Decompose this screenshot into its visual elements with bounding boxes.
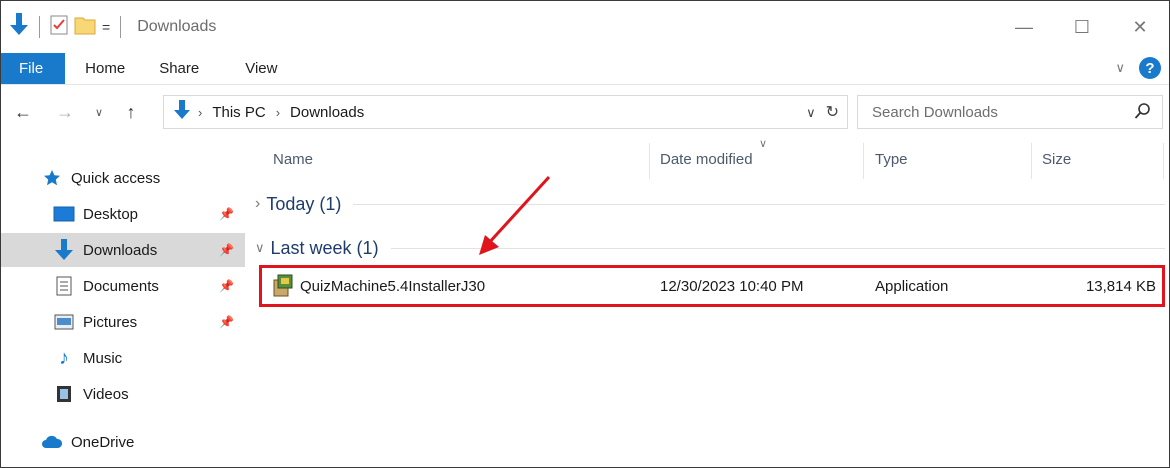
maximize-button[interactable]: ☐	[1053, 1, 1111, 53]
column-header-size[interactable]: Size	[1042, 139, 1071, 179]
sidebar-item-label: Music	[83, 349, 123, 367]
tab-view[interactable]: View	[221, 53, 299, 84]
sidebar-item-desktop[interactable]: Desktop 📌	[1, 197, 245, 231]
sidebar-item-onedrive[interactable]: OneDrive	[1, 425, 245, 459]
address-bar[interactable]: › This PC › Downloads ∨ ↻	[163, 95, 848, 129]
sidebar-item-quick-access[interactable]: Quick access	[1, 161, 245, 195]
sidebar-item-downloads[interactable]: Downloads 📌	[1, 233, 245, 267]
back-icon[interactable]: ←	[9, 102, 37, 123]
column-header-name[interactable]: Name	[273, 139, 313, 179]
breadcrumb-separator: ›	[275, 104, 281, 120]
forward-icon[interactable]: →	[51, 102, 79, 123]
sidebar-item-pictures[interactable]: Pictures 📌	[1, 305, 245, 339]
file-type: Application	[875, 278, 949, 295]
sidebar-item-label: Quick access	[71, 169, 161, 187]
sidebar-item-label: Documents	[83, 277, 159, 295]
ribbon-tabs: File Home Share View ∨ ?	[1, 53, 1169, 85]
divider	[120, 16, 122, 38]
divider	[1163, 143, 1164, 179]
recent-locations-icon[interactable]: ∨	[85, 106, 113, 119]
help-icon[interactable]: ?	[1139, 57, 1161, 79]
title-bar: = Downloads — ☐ ✕	[1, 1, 1169, 53]
sidebar-item-label: Downloads	[83, 241, 158, 259]
download-arrow-icon	[174, 100, 190, 124]
cloud-icon	[41, 432, 63, 452]
column-header-type[interactable]: Type	[875, 139, 908, 179]
divider	[1031, 143, 1032, 179]
divider	[863, 143, 864, 179]
group-label: Last week (1)	[270, 237, 379, 258]
file-name[interactable]: QuizMachine5.4InstallerJ30	[300, 278, 485, 295]
new-folder-icon[interactable]	[74, 15, 96, 39]
column-header-date[interactable]: Date modified	[660, 139, 753, 179]
up-icon[interactable]: ↑	[117, 102, 145, 123]
sidebar-item-label: Pictures	[83, 313, 138, 331]
desktop-icon	[53, 204, 75, 224]
window-controls: — ☐ ✕	[995, 1, 1169, 53]
navigation-bar: ← → ∨ ↑ › This PC › Downloads ∨ ↻ Search…	[1, 85, 1169, 139]
close-button[interactable]: ✕	[1111, 1, 1169, 53]
music-icon: ♪	[59, 346, 69, 369]
sidebar-item-videos[interactable]: Videos	[1, 377, 245, 411]
videos-icon	[53, 384, 75, 404]
explorer-window: = Downloads — ☐ ✕ File Home Share View ∨…	[0, 0, 1170, 468]
star-icon	[41, 168, 63, 188]
group-label: Today (1)	[266, 193, 342, 214]
properties-icon[interactable]	[50, 15, 68, 39]
window-title: Downloads	[137, 18, 217, 35]
sidebar-item-label: OneDrive	[71, 433, 135, 451]
tab-share[interactable]: Share	[147, 53, 221, 84]
group-header-last-week[interactable]: ∨ Last week (1)	[255, 233, 1165, 263]
ribbon-collapse-icon[interactable]: ∨	[1115, 60, 1125, 76]
installer-icon	[272, 274, 294, 302]
sidebar-item-label: Videos	[83, 385, 129, 403]
chevron-down-icon: ∨	[255, 240, 265, 255]
chevron-down-icon: ∨	[759, 138, 768, 150]
download-icon	[53, 239, 75, 260]
breadcrumb-this-pc[interactable]: This PC	[212, 104, 265, 121]
pictures-icon	[53, 312, 75, 332]
address-dropdown-icon[interactable]: ∨	[806, 105, 816, 122]
pin-icon[interactable]: 📌	[219, 243, 234, 257]
file-row-highlighted[interactable]: QuizMachine5.4InstallerJ30 12/30/2023 10…	[259, 265, 1165, 307]
search-icon[interactable]	[1134, 102, 1152, 124]
group-header-today[interactable]: › Today (1)	[255, 189, 1165, 219]
minimize-button[interactable]: —	[995, 1, 1053, 53]
file-size: 13,814 KB	[1085, 278, 1156, 295]
tab-home[interactable]: Home	[65, 53, 147, 84]
sidebar-item-documents[interactable]: Documents 📌	[1, 269, 245, 303]
divider	[39, 16, 40, 38]
breadcrumb-downloads[interactable]: Downloads	[290, 104, 364, 121]
qat-dropdown[interactable]: =	[102, 19, 110, 35]
search-input[interactable]: Search Downloads	[857, 95, 1163, 129]
pin-icon[interactable]: 📌	[219, 315, 234, 329]
file-date-modified: 12/30/2023 10:40 PM	[660, 278, 804, 295]
search-placeholder: Search Downloads	[872, 103, 998, 121]
annotation-arrow	[479, 175, 551, 255]
sidebar-item-label: Desktop	[83, 205, 139, 223]
file-list: ∨ Name Date modified Type Size › Today (…	[245, 138, 1169, 467]
navigation-pane: Quick access Desktop 📌 Downloads 📌 Docum…	[1, 151, 245, 467]
pin-icon[interactable]: 📌	[219, 207, 234, 221]
sidebar-item-music[interactable]: ♪ Music	[1, 341, 245, 375]
pin-icon[interactable]: 📌	[219, 279, 234, 293]
download-arrow-icon	[9, 13, 29, 41]
refresh-icon[interactable]: ↻	[826, 102, 839, 122]
documents-icon	[53, 276, 75, 296]
divider	[649, 143, 650, 179]
tab-file[interactable]: File	[1, 53, 66, 84]
chevron-right-icon: ›	[255, 195, 261, 212]
breadcrumb-separator: ›	[198, 104, 203, 120]
quick-access-toolbar: = Downloads	[1, 1, 216, 53]
